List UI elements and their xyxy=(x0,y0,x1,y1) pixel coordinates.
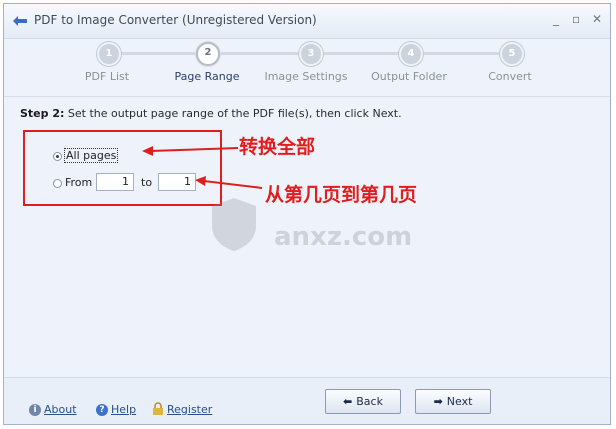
help-link[interactable]: Help xyxy=(111,403,136,416)
about-link[interactable]: About xyxy=(44,403,77,416)
arrow-left-icon: ⬅ xyxy=(343,395,353,408)
lock-icon xyxy=(153,402,163,415)
watermark-text: anxz.com xyxy=(274,222,413,252)
footer-bar: i About ? Help Register ⬅ Back ➡ Next xyxy=(4,377,610,424)
back-button[interactable]: ⬅ Back xyxy=(325,389,401,414)
arrow-to-range xyxy=(203,180,263,189)
back-button-label: Back xyxy=(356,395,383,408)
arrow-head-range-icon xyxy=(195,176,206,186)
app-window: PDF to Image Converter (Unregistered Ver… xyxy=(3,3,611,425)
info-icon: i xyxy=(29,404,41,416)
site-watermark: anxz.com xyxy=(204,194,412,264)
next-button[interactable]: ➡ Next xyxy=(415,389,491,414)
arrow-to-all-pages xyxy=(150,147,239,152)
shield-logo-icon xyxy=(212,198,256,251)
help-icon: ? xyxy=(96,404,108,416)
annotation-convert-all: 转换全部 xyxy=(239,136,316,158)
register-link[interactable]: Register xyxy=(167,403,212,416)
arrow-right-icon: ➡ xyxy=(433,395,443,408)
next-button-label: Next xyxy=(446,395,473,408)
arrow-head-all-pages-icon xyxy=(142,146,153,156)
